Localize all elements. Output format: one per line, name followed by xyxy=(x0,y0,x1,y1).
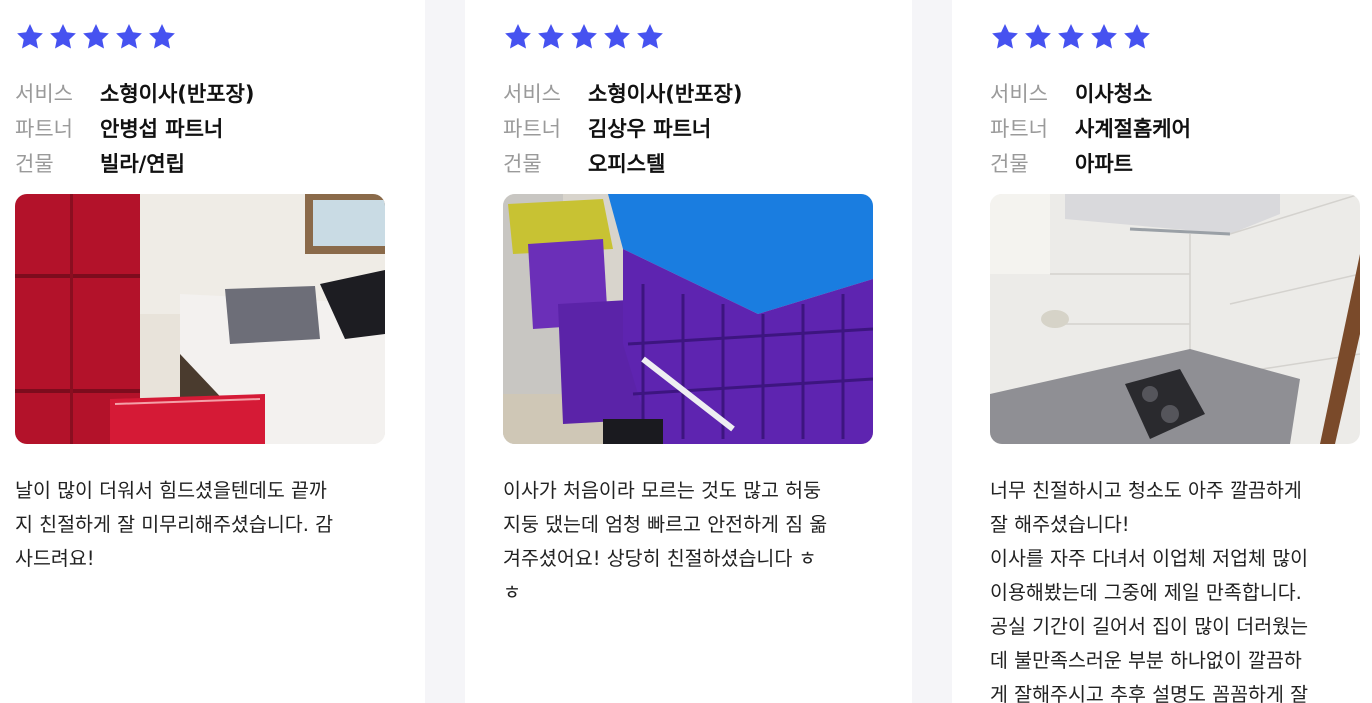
meta-partner-label: 파트너 xyxy=(990,116,1048,141)
meta-service-label: 서비스 xyxy=(990,81,1048,106)
review-card[interactable]: 서비스 소형이사(반포장) 파트너 안병섭 파트너 건물 빌라/연립 날이 많이… xyxy=(0,0,425,703)
meta-service-label: 서비스 xyxy=(15,81,73,106)
meta-service-value: 소형이사(반포장) xyxy=(100,81,255,106)
star-icon xyxy=(1056,22,1086,52)
star-icon xyxy=(569,22,599,52)
meta-building-label: 건물 xyxy=(990,151,1029,176)
star-icon xyxy=(147,22,177,52)
star-icon xyxy=(602,22,632,52)
meta-building-row: 건물 빌라/연립 xyxy=(15,145,385,180)
meta-service-label: 서비스 xyxy=(503,81,561,106)
meta-service-row: 서비스 이사청소 xyxy=(990,75,1360,110)
review-meta: 서비스 소형이사(반포장) 파트너 안병섭 파트너 건물 빌라/연립 xyxy=(15,75,385,180)
star-icon xyxy=(81,22,111,52)
meta-building-row: 건물 오피스텔 xyxy=(503,145,873,180)
review-text: 이사가 처음이라 모르는 것도 많고 허둥 지둥 댔는데 엄청 빠르고 안전하게… xyxy=(503,479,828,604)
star-icon xyxy=(1089,22,1119,52)
star-icon xyxy=(990,22,1020,52)
meta-partner-row: 파트너 김상우 파트너 xyxy=(503,110,873,145)
meta-partner-value: 김상우 파트너 xyxy=(588,116,712,141)
meta-partner-value: 안병섭 파트너 xyxy=(100,116,224,141)
meta-building-value: 빌라/연립 xyxy=(100,151,185,176)
star-icon xyxy=(114,22,144,52)
meta-service-value: 소형이사(반포장) xyxy=(588,81,743,106)
review-meta: 서비스 소형이사(반포장) 파트너 김상우 파트너 건물 오피스텔 xyxy=(503,75,873,180)
star-rating xyxy=(990,22,1360,52)
meta-service-row: 서비스 소형이사(반포장) xyxy=(15,75,385,110)
meta-partner-value: 사계절홈케어 xyxy=(1075,116,1191,141)
meta-service-value: 이사청소 xyxy=(1075,81,1153,106)
star-icon xyxy=(1122,22,1152,52)
star-rating xyxy=(503,22,873,52)
review-card[interactable]: 서비스 이사청소 파트너 사계절홈케어 건물 아파트 너무 친절하시고 청소도 … xyxy=(952,0,1372,703)
meta-building-value: 아파트 xyxy=(1075,151,1133,176)
review-text: 날이 많이 더워서 힘드셨을텐데도 끝까 지 친절하게 잘 미무리해주셨습니다.… xyxy=(15,479,334,570)
star-icon xyxy=(1023,22,1053,52)
meta-building-row: 건물 아파트 xyxy=(990,145,1360,180)
meta-partner-label: 파트너 xyxy=(503,116,561,141)
meta-partner-row: 파트너 사계절홈케어 xyxy=(990,110,1360,145)
star-icon xyxy=(536,22,566,52)
meta-building-label: 건물 xyxy=(503,151,542,176)
star-icon xyxy=(503,22,533,52)
meta-building-label: 건물 xyxy=(15,151,54,176)
star-icon xyxy=(48,22,78,52)
review-photo[interactable] xyxy=(503,194,873,444)
star-icon xyxy=(635,22,665,52)
review-photo[interactable] xyxy=(990,194,1360,444)
review-meta: 서비스 이사청소 파트너 사계절홈케어 건물 아파트 xyxy=(990,75,1360,180)
meta-service-row: 서비스 소형이사(반포장) xyxy=(503,75,873,110)
meta-building-value: 오피스텔 xyxy=(588,151,666,176)
review-card[interactable]: 서비스 소형이사(반포장) 파트너 김상우 파트너 건물 오피스텔 이사가 처음… xyxy=(465,0,912,703)
meta-partner-label: 파트너 xyxy=(15,116,73,141)
review-photo[interactable] xyxy=(15,194,385,444)
meta-partner-row: 파트너 안병섭 파트너 xyxy=(15,110,385,145)
review-text: 너무 친절하시고 청소도 아주 깔끔하게 잘 해주셨습니다! 이사를 자주 다녀… xyxy=(990,479,1309,703)
star-rating xyxy=(15,22,385,52)
star-icon xyxy=(15,22,45,52)
